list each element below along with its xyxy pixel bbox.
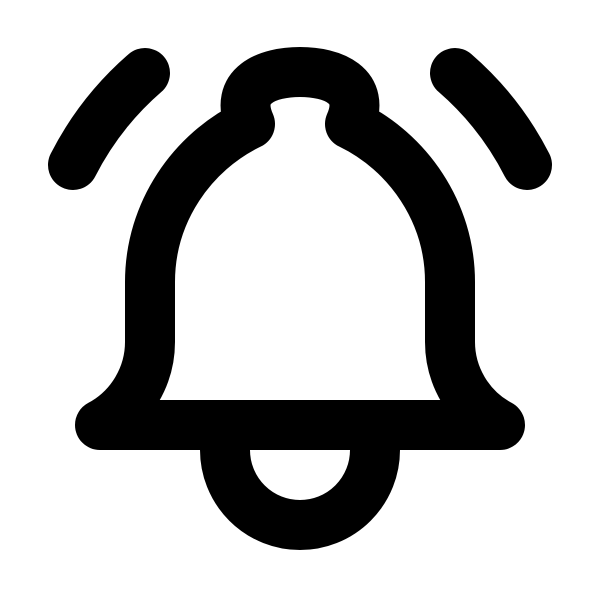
bell-clapper-icon — [200, 425, 400, 550]
bell-ringing-icon — [48, 47, 552, 550]
ring-wave-right-icon — [430, 48, 552, 190]
icon-canvas — [0, 0, 600, 600]
ring-wave-left-icon — [48, 48, 170, 190]
bell-body-icon — [75, 47, 525, 450]
